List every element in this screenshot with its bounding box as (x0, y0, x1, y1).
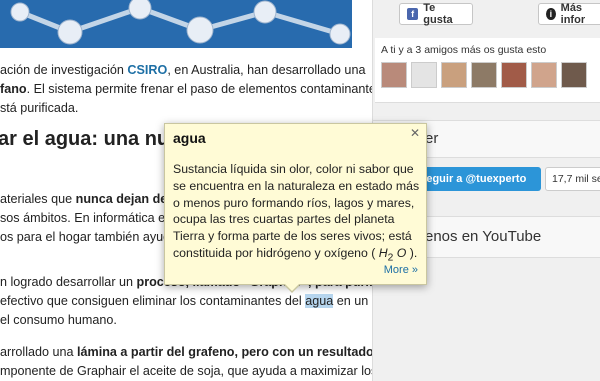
tooltip-definition: Sustancia líquida sin olor, color ni sab… (173, 161, 423, 267)
highlighted-word[interactable]: agua (305, 294, 334, 308)
avatar[interactable] (411, 62, 437, 88)
avatar[interactable] (471, 62, 497, 88)
avatar[interactable] (531, 62, 557, 88)
tooltip-arrow-inner (284, 283, 300, 291)
definition-end: ). (406, 245, 418, 260)
text: en un (333, 294, 369, 308)
text: mponente de Graphair el aceite de soja, … (0, 364, 378, 378)
more-info-button[interactable]: i Más infor (538, 2, 600, 26)
twitter-section-title: er (425, 130, 439, 147)
text: n logrado desarrollar un (0, 275, 137, 289)
follow-label: Seguir a @tuexperto (419, 173, 527, 185)
text: os para el hogar también ayuda: (0, 230, 181, 244)
avatar[interactable] (441, 62, 467, 88)
avatar[interactable] (381, 62, 407, 88)
text: ateriales que (0, 192, 76, 206)
facebook-friends-box: A ti y a 3 amigos más os gusta esto (375, 38, 600, 103)
text: ación de investigación (0, 63, 128, 77)
friends-text: A ti y a 3 amigos más os gusta esto (381, 44, 547, 56)
text: el consumo humano. (0, 313, 117, 327)
info-icon: i (546, 8, 556, 20)
formula-h: H (378, 245, 388, 260)
article-paragraph-4: arrollado una lámina a partir del grafen… (0, 343, 377, 381)
bold-text: nunca dejan de s (75, 192, 178, 206)
bold-text: lámina a partir del grafeno, pero con un… (77, 345, 374, 359)
article-paragraph-1: ación de investigación CSIRO, en Austral… (0, 61, 386, 118)
article-subheading: ar el agua: una nu (0, 128, 170, 150)
tooltip-word: agua (173, 130, 206, 146)
text: stá purificada. (0, 101, 79, 115)
bold-text: fano (0, 82, 27, 96)
twitter-follow-button[interactable]: Seguir a @tuexperto (413, 167, 541, 191)
close-icon[interactable]: ✕ (410, 126, 420, 140)
facebook-icon: f (407, 8, 419, 20)
csiro-link[interactable]: CSIRO (127, 63, 167, 77)
more-link[interactable]: More » (384, 264, 418, 276)
text: sos ámbitos. En informática está (0, 211, 182, 225)
avatar[interactable] (561, 62, 587, 88)
youtube-section-title: enos en YouTube (425, 228, 542, 245)
text: , en Australia, han desarrollado una (167, 63, 366, 77)
facebook-like-button[interactable]: f Te gusta (399, 2, 473, 26)
avatar[interactable] (501, 62, 527, 88)
dictionary-tooltip: ✕ agua Sustancia líquida sin olor, color… (164, 123, 427, 293)
text: efectivo que consiguen eliminar los cont… (0, 294, 306, 308)
more-info-label: Más infor (560, 2, 586, 26)
follower-count: 17,7 mil segu (545, 167, 600, 191)
text: . El sistema permite frenar el paso de e… (26, 82, 386, 96)
like-label: Te gusta (423, 2, 453, 26)
text: arrollado una (0, 345, 78, 359)
formula-o: O (393, 245, 407, 260)
article-hero-image (0, 0, 352, 48)
